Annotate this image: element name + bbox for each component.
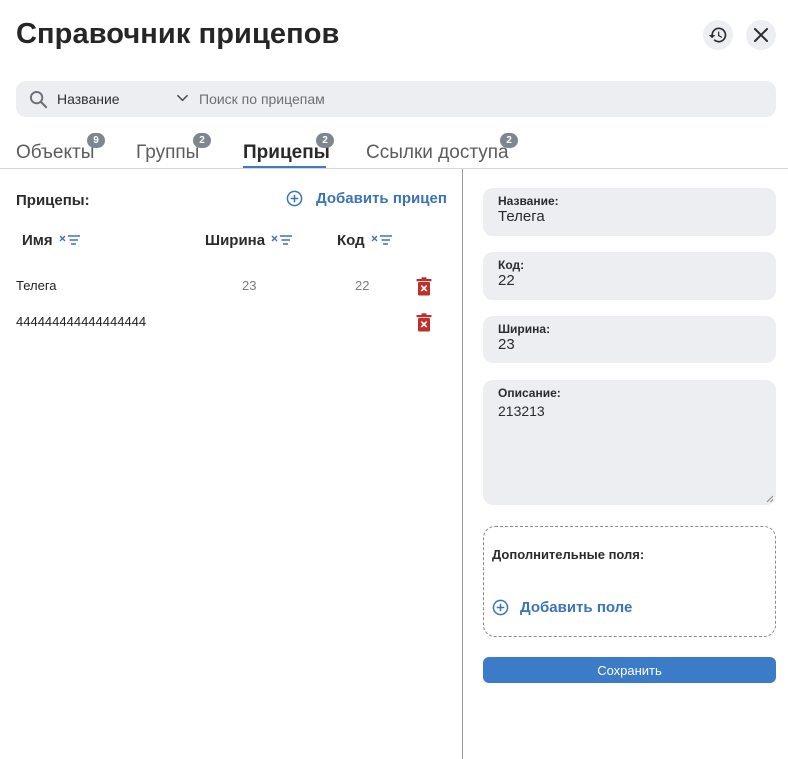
table-row-name[interactable]: Телега	[16, 278, 57, 293]
description-field-value[interactable]: 213213	[498, 403, 545, 419]
code-field-label: Код:	[498, 258, 525, 272]
name-field-value[interactable]: Телега	[498, 208, 545, 225]
add-field-button[interactable]: Добавить поле	[492, 599, 632, 616]
sort-icon[interactable]	[271, 234, 293, 248]
add-field-label: Добавить поле	[520, 599, 633, 616]
plus-circle-icon	[492, 599, 509, 616]
extra-fields-box: Дополнительные поля: Добавить поле	[483, 526, 776, 637]
search-icon	[29, 90, 48, 109]
delete-row-button[interactable]	[416, 277, 432, 301]
tab-objects[interactable]: Объекты	[16, 142, 94, 164]
column-header-code: Код	[337, 232, 393, 249]
plus-circle-icon	[286, 190, 303, 207]
tab-groups[interactable]: Группы	[136, 142, 199, 164]
code-field[interactable]: Код: 22	[483, 252, 776, 300]
code-field-value[interactable]: 22	[498, 272, 515, 289]
panel-divider	[462, 169, 463, 759]
close-button[interactable]	[746, 20, 776, 50]
column-width-label: Ширина	[205, 232, 266, 249]
description-field-label: Описание:	[498, 386, 561, 400]
search-field-value: Название	[57, 91, 120, 107]
close-icon	[754, 28, 768, 42]
add-trailer-button[interactable]: Добавить прицеп	[286, 190, 447, 207]
column-header-name: Имя	[22, 232, 81, 249]
trash-icon	[416, 313, 432, 332]
add-trailer-label: Добавить прицеп	[316, 190, 447, 207]
tabs-divider	[0, 168, 788, 169]
search-field-select[interactable]: Название	[57, 81, 192, 117]
sort-icon[interactable]	[371, 234, 393, 248]
history-button[interactable]	[703, 20, 733, 50]
tab-access-links[interactable]: Ссылки доступа	[366, 142, 509, 164]
width-field-value[interactable]: 23	[498, 336, 515, 353]
table-row-code: 22	[355, 278, 370, 293]
search-bar: Название	[16, 81, 776, 117]
sort-icon[interactable]	[59, 234, 81, 248]
chevron-down-icon	[176, 94, 189, 102]
column-header-width: Ширина	[205, 232, 293, 249]
trash-icon	[416, 277, 432, 296]
tab-objects-badge: 9	[87, 133, 105, 148]
table-row-width: 23	[242, 278, 257, 293]
column-code-label: Код	[337, 232, 365, 249]
delete-row-button[interactable]	[416, 313, 432, 337]
tab-access-links-badge: 2	[500, 133, 518, 148]
name-field[interactable]: Название: Телега	[483, 188, 776, 236]
tab-trailers-badge: 2	[316, 133, 334, 148]
width-field[interactable]: Ширина: 23	[483, 316, 776, 363]
tab-groups-badge: 2	[193, 133, 211, 148]
save-button[interactable]: Сохранить	[483, 657, 776, 683]
description-field[interactable]: Описание: 213213	[483, 380, 776, 505]
list-title: Прицепы:	[16, 192, 90, 209]
search-input[interactable]	[199, 81, 759, 117]
name-field-label: Название:	[498, 194, 559, 208]
resize-handle-icon[interactable]	[766, 495, 774, 503]
width-field-label: Ширина:	[498, 322, 551, 336]
extra-fields-label: Дополнительные поля:	[492, 547, 645, 562]
page-title: Справочник прицепов	[16, 18, 340, 50]
history-icon	[708, 27, 727, 43]
column-name-label: Имя	[22, 232, 53, 249]
table-row-name[interactable]: 444444444444444444	[16, 314, 146, 329]
